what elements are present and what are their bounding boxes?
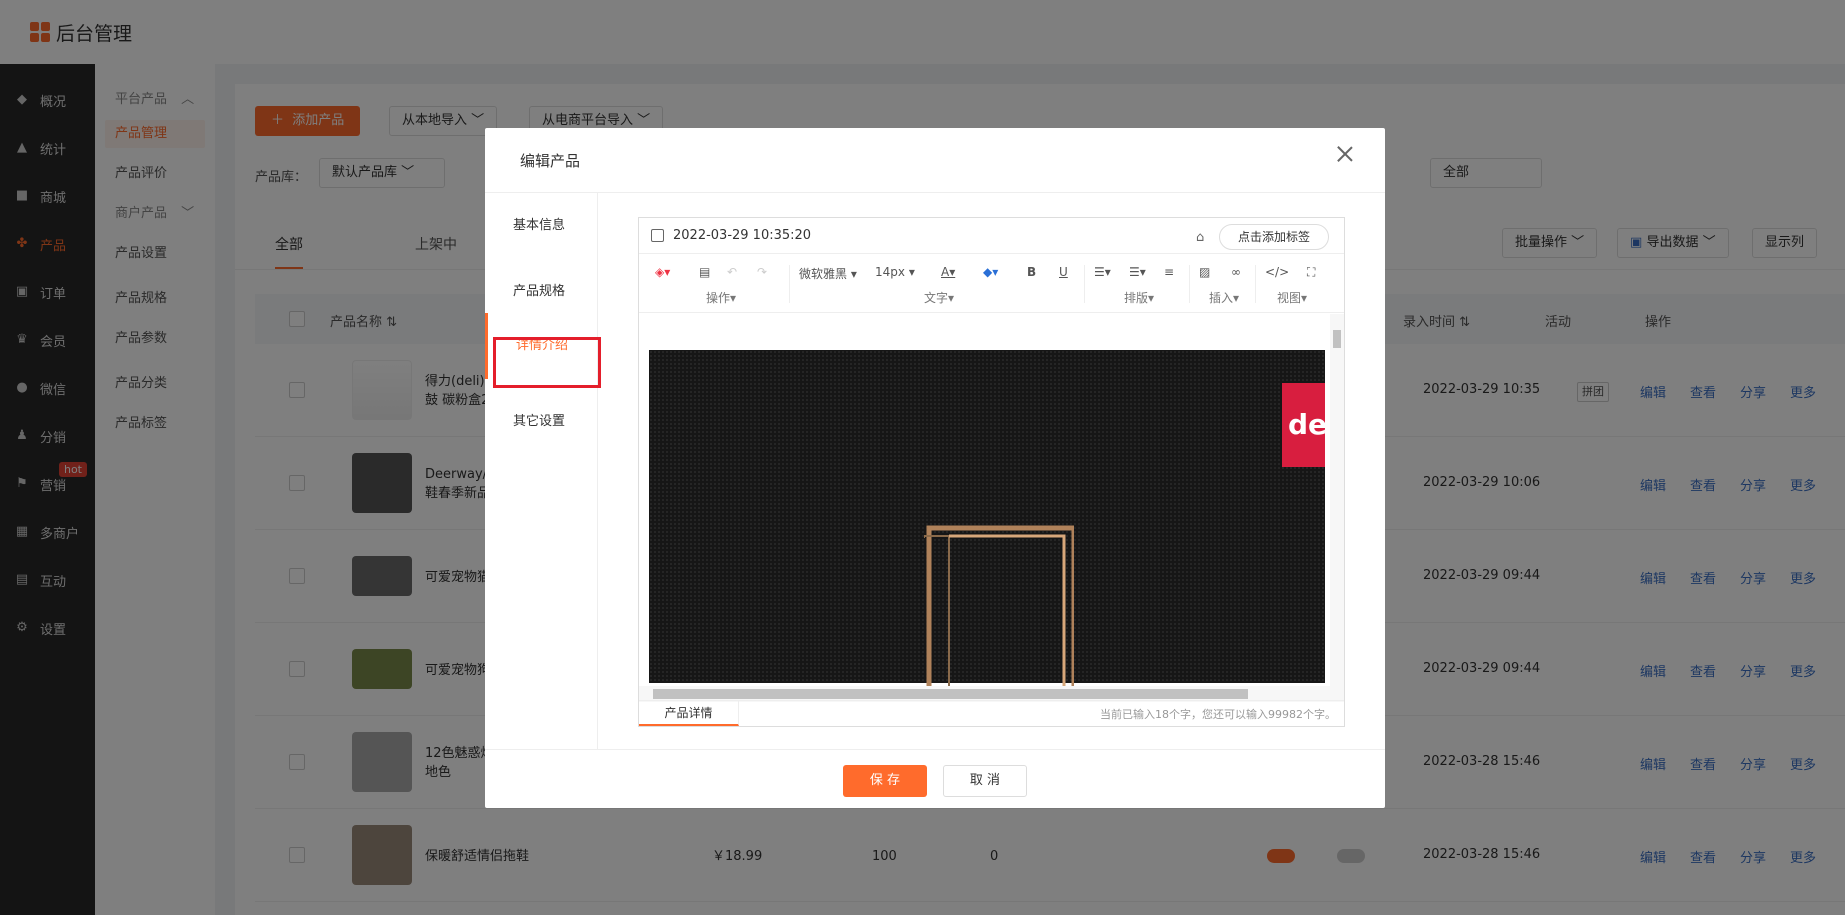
separator [1189,265,1190,303]
scroll-thumb[interactable] [653,689,1248,699]
add-tag-button[interactable]: 点击添加标签 [1219,224,1330,250]
editor-header: 2022-03-29 10:35:20 ⌂ 点击添加标签 [639,218,1344,254]
scroll-thumb[interactable] [1333,330,1341,348]
group-label-text[interactable]: 文字▾ [924,289,954,306]
font-color-icon[interactable]: A▾ [941,265,955,279]
fullscreen-icon[interactable]: ⛶ [1307,265,1315,280]
font-family-select[interactable]: 微软雅黑 ▾ [799,265,857,282]
list-icon[interactable]: ≡ [1164,265,1174,279]
rich-text-editor: 2022-03-29 10:35:20 ⌂ 点击添加标签 ◈▾ ▤ ↶ ↷ 操作… [638,217,1345,727]
editor-canvas[interactable]: de [639,314,1344,699]
gold-frame-graphic [924,525,1074,688]
editor-date: 2022-03-29 10:35:20 [673,228,812,243]
document-icon[interactable]: ▤ [699,265,710,279]
calendar-icon [651,229,664,242]
highlight-box [493,337,601,388]
close-icon[interactable] [1335,144,1355,164]
eraser-icon[interactable]: ◈▾ [655,265,670,279]
group-label-ops[interactable]: 操作▾ [706,289,736,306]
code-icon[interactable]: </> [1265,265,1289,279]
group-label-view[interactable]: 视图▾ [1277,289,1307,306]
detail-image: de [649,350,1325,688]
underline-icon[interactable]: U [1059,265,1068,279]
undo-icon[interactable]: ↶ [727,265,737,279]
highlight-color-icon[interactable]: ◆▾ [983,265,998,279]
brand-logo: de [1282,383,1325,467]
editor-footer: 产品详情 当前已输入18个字，您还可以输入99982个字。 [639,700,1344,726]
group-label-layout[interactable]: 排版▾ [1124,289,1154,306]
separator [789,265,790,303]
product-detail-tab[interactable]: 产品详情 [639,701,739,726]
divider [485,192,1385,193]
edit-product-modal: 编辑产品 基本信息 产品规格 详情介绍 其它设置 2022-03-29 10:3… [485,128,1385,808]
modal-title: 编辑产品 [520,152,581,170]
redo-icon[interactable]: ↷ [757,265,767,279]
cancel-button[interactable]: 取 消 [943,765,1027,797]
divider [485,749,1385,750]
modal-tab-other[interactable]: 其它设置 [485,389,598,455]
separator [1084,265,1085,303]
image-icon[interactable]: ▨ [1199,265,1210,279]
group-label-insert[interactable]: 插入▾ [1209,289,1239,306]
char-count: 当前已输入18个字，您还可以输入99982个字。 [1100,708,1336,721]
bold-icon[interactable]: B [1027,265,1036,279]
editor-toolbar: ◈▾ ▤ ↶ ↷ 操作▾ 微软雅黑 ▾ 14px ▾ A▾ ◆▾ B U 文字▾… [639,255,1344,313]
modal-tab-basic-info[interactable]: 基本信息 [485,193,598,259]
link-icon[interactable]: ∞ [1231,265,1241,279]
separator [1255,265,1256,303]
font-size-select[interactable]: 14px ▾ [875,265,915,279]
save-button[interactable]: 保 存 [843,765,927,797]
vertical-scrollbar[interactable] [1330,314,1344,699]
modal-nav: 基本信息 产品规格 详情介绍 其它设置 [485,193,598,749]
align-icon[interactable]: ☰▾ [1094,265,1111,279]
tag-icon: ⌂ [1196,230,1205,245]
indent-icon[interactable]: ☰▾ [1129,265,1146,279]
